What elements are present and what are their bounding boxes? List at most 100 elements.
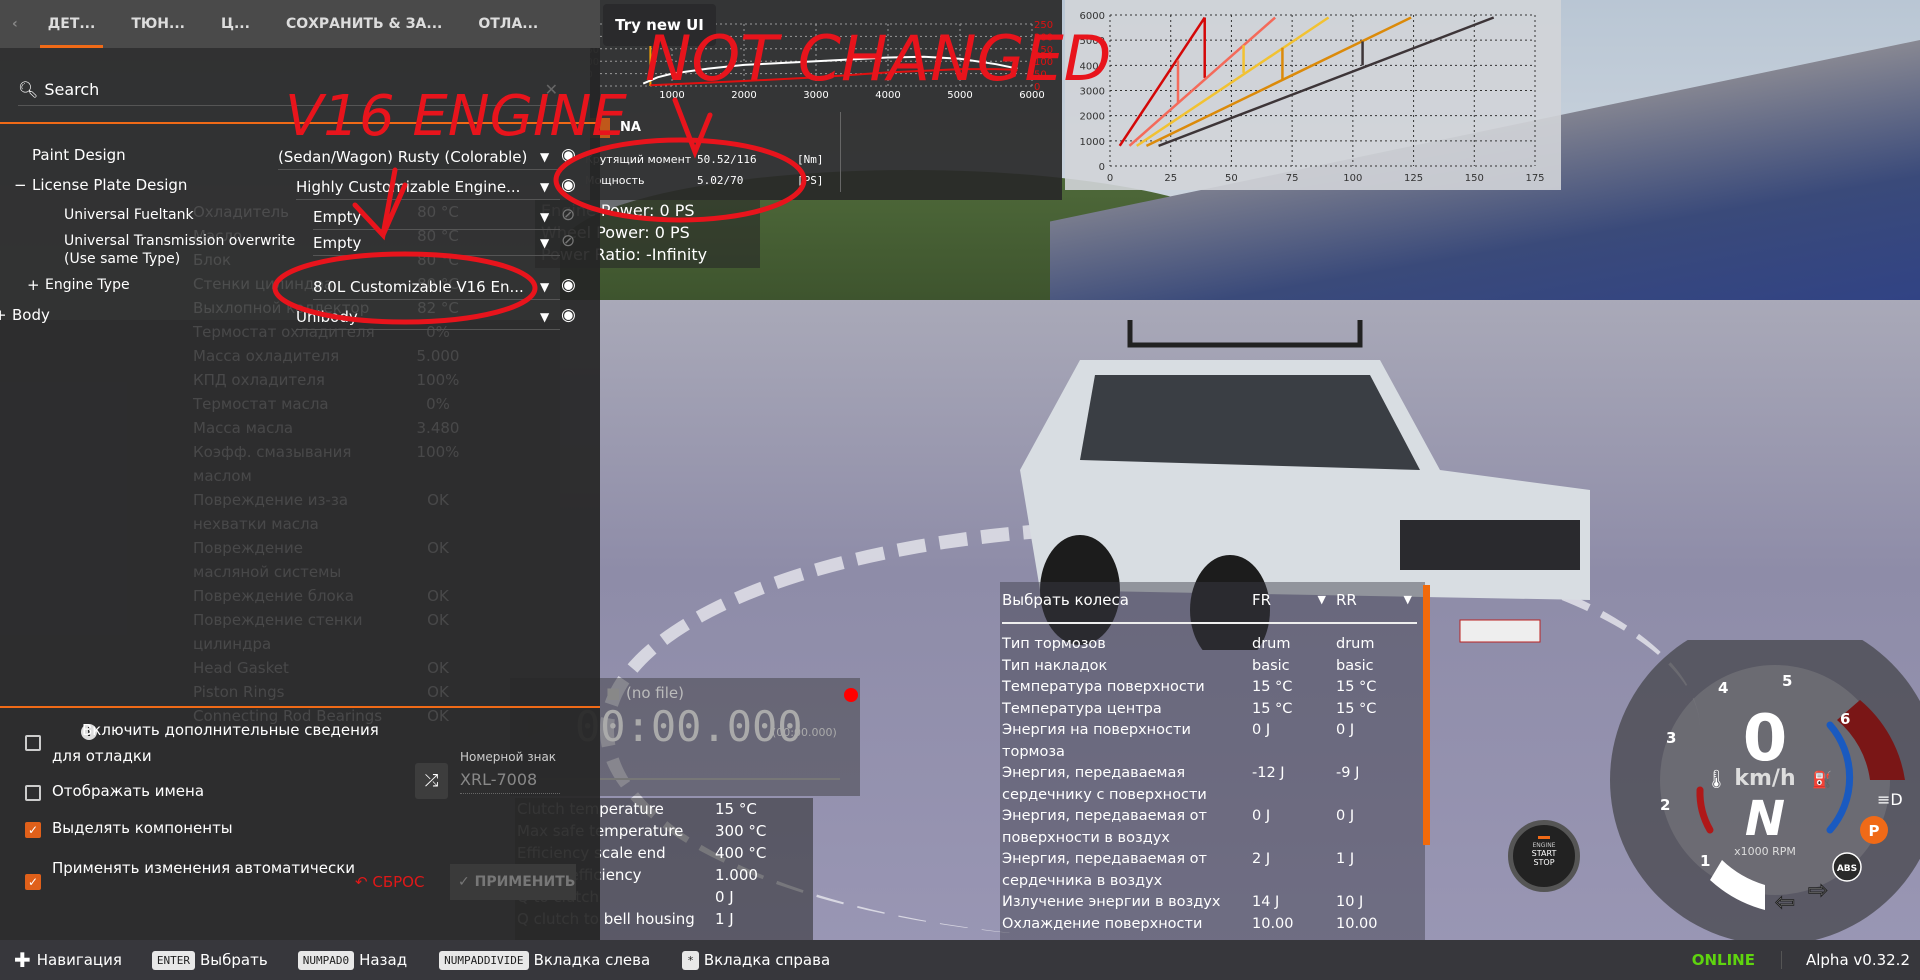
divider [0,706,600,708]
tab-parts[interactable]: ДЕТ... [30,0,114,48]
wheel-panel-scrollbar[interactable] [1423,585,1430,845]
try-new-ui-button[interactable]: Try new UI [603,4,716,46]
wheel-select-rr[interactable]: RR ▼ [1336,582,1420,618]
wheel-label: Тип накладок [1002,657,1108,674]
series-power [650,68,1018,87]
part-select[interactable]: Empty [313,204,560,230]
hint-tab-right[interactable]: * Вкладка справа [682,950,831,970]
expand-icon[interactable]: + [0,306,7,324]
x-tick-label: 125 [1404,173,1423,184]
tab-color[interactable]: Ц... [203,0,268,48]
expand-icon[interactable]: + [27,276,40,294]
replay-file: (no file) [626,684,685,702]
hint-label: Навигация [36,951,122,969]
search-input[interactable]: 🔍︎ Search ✕ [18,74,558,106]
eye-off-icon[interactable]: ⊘ [561,205,575,225]
wheel-value: 15 °C [1252,679,1293,695]
eye-icon[interactable]: ◉ [561,145,576,165]
key-badge: NUMPADDIVIDE [439,950,529,970]
option-label: Выделять компоненты [52,819,233,837]
hint-tab-left[interactable]: NUMPADDIVIDE Вкладка слева [439,950,650,970]
debug-value: OK [427,683,449,701]
tick-6: 6 [1840,710,1850,728]
debug-row: Коэфф. смазывания маслом 100% [193,440,483,488]
folder-icon[interactable]: ■ [606,684,620,702]
wheel-value: 1 J [1336,851,1355,867]
part-select[interactable]: 8.0L Customizable V16 En... [313,274,560,300]
hint-select[interactable]: ENTER Выбрать [151,950,268,970]
online-status: ONLINE [1692,951,1782,969]
option-checkbox[interactable]: ✓ [25,822,41,838]
stop-label: STOP [1533,858,1555,867]
divider [0,122,600,124]
parking-label: P [1869,822,1880,840]
apply-button[interactable]: ✓ ПРИМЕНИТЬ [450,864,576,900]
wheel-label: Энергия на поверхности тормоза [1002,722,1191,760]
x-tick-label: 6000 [1019,90,1044,101]
debug-label: Piston Rings [193,683,285,701]
hint-navigation[interactable]: ✚ Навигация [14,948,122,972]
part-select[interactable]: Empty [313,230,560,256]
gear-indicator: N [1745,791,1785,847]
hint-label: Вкладка справа [703,951,831,969]
torque-value: 50.52/116 [697,153,757,166]
wheel-label: Охлаждение поверхности [1002,915,1203,932]
gear-line-gear-2 [1128,16,1276,147]
power-value: 5.02/70 [697,174,744,187]
debug-label: Повреждение блока [193,587,354,605]
rr-label: RR [1336,591,1357,609]
tab-debug[interactable]: ОТЛА... [460,0,556,48]
option-checkbox[interactable] [25,785,41,801]
plate-input[interactable]: XRL-7008 [460,770,560,794]
wheel-row: Тип накладок basic basic [1000,656,1425,678]
eye-icon[interactable]: ◉ [561,275,576,295]
gear-line-gear-4 [1145,16,1412,147]
eye-off-icon[interactable]: ⊘ [561,231,575,251]
option-label: Отображать имена [52,782,205,800]
collapse-icon[interactable]: − [14,176,27,194]
hint-back[interactable]: NUMPAD0 Назад [297,950,407,970]
record-icon[interactable] [844,688,858,702]
eye-icon[interactable]: ◉ [561,175,576,195]
debug-value: OK [427,587,449,605]
debug-value: 3.480 [416,419,460,437]
chevron-down-icon: ▼ [1317,593,1326,606]
tab-bar: ‹ ДЕТ... ТЮН... Ц... СОХРАНИТЬ & ЗА... О… [0,0,600,48]
y-right-tick-label: 200 [1034,32,1053,43]
tab-save-load[interactable]: СОХРАНИТЬ & ЗА... [268,0,460,48]
debug-row: Повреждение блока OK [193,584,483,608]
option-checkbox[interactable] [25,735,41,751]
wheel-label: Излучение энергии в воздух [1002,894,1221,910]
tick-2: 2 [1660,796,1670,814]
wheel-value: 0 J [1336,808,1355,824]
option-checkbox[interactable]: ✓ [25,874,41,890]
debug-value: 100% [416,443,460,461]
wheel-row: Излучение энергии в воздух 14 J 10 J [1000,892,1425,914]
engine-start-stop-button[interactable]: ENGINE START STOP [1508,820,1580,892]
y-tick-label: 6000 [1080,11,1105,22]
wheel-select-fr[interactable]: FR ▼ [1252,582,1336,618]
wheel-value: drum [1252,636,1291,652]
clear-search-icon[interactable]: ✕ [545,80,558,99]
tabs-prev-icon[interactable]: ‹ [0,0,30,48]
replay-time-small: (00:00.000) [772,726,837,739]
divider [1002,622,1417,624]
randomize-plate-button[interactable]: ⤮ [415,763,448,799]
tab-tuning[interactable]: ТЮН... [113,0,203,48]
divider [840,112,841,192]
x-tick-label: 4000 [875,90,900,101]
debug-row: Повреждение масляной системы OK [193,536,483,584]
option-label: Применять изменения автоматически [52,859,356,877]
part-label: Paint Design [32,146,126,164]
part-select[interactable]: (Sedan/Wagon) Rusty (Colorable) [278,144,560,170]
wheel-value: 0 J [1336,722,1355,738]
hint-label: Выбрать [200,951,268,969]
wheel-value: 0 J [1252,722,1271,738]
debug-value: OK [427,659,449,677]
eye-icon[interactable]: ◉ [561,305,576,325]
part-label: Engine Type [45,277,130,293]
part-select[interactable]: Unibody [296,304,560,330]
part-select[interactable]: Highly Customizable Engine... [296,174,560,200]
wheel-value: 15 °C [1336,679,1377,695]
x-tick-label: 50 [1225,173,1238,184]
